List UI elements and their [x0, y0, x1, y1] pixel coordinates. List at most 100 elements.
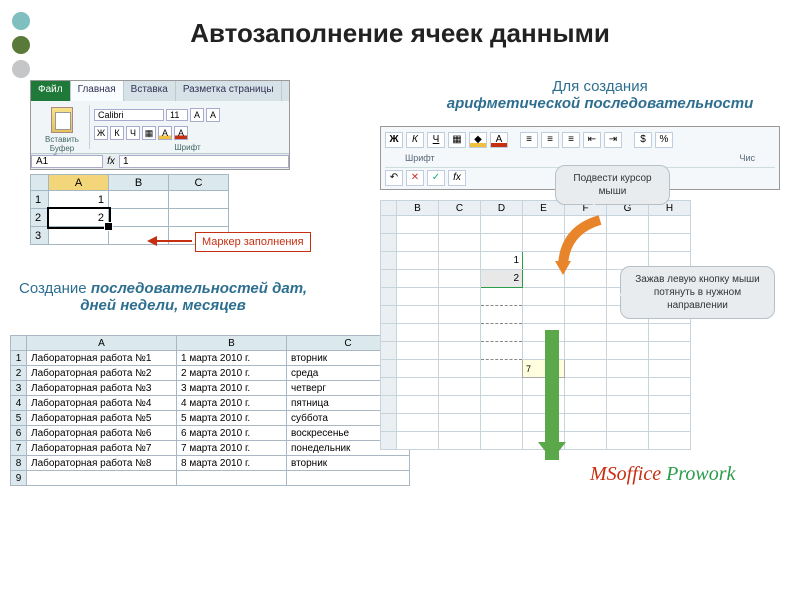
tab-file[interactable]: Файл — [31, 81, 71, 101]
cell[interactable] — [439, 306, 481, 324]
cell[interactable] — [397, 378, 439, 396]
cell[interactable]: 3 марта 2010 г. — [177, 381, 287, 396]
cell[interactable] — [481, 216, 523, 234]
cell[interactable] — [649, 216, 691, 234]
bold-button[interactable]: Ж — [385, 132, 403, 148]
cell[interactable] — [565, 342, 607, 360]
col-header[interactable]: B — [109, 175, 169, 191]
row-header[interactable] — [381, 378, 397, 396]
row-header[interactable]: 3 — [31, 227, 49, 245]
font-name-select[interactable]: Calibri — [94, 109, 164, 121]
cell[interactable]: 1 марта 2010 г. — [177, 351, 287, 366]
cell[interactable] — [607, 378, 649, 396]
cell[interactable] — [607, 234, 649, 252]
cell[interactable] — [481, 432, 523, 450]
cell[interactable] — [397, 306, 439, 324]
cell[interactable] — [565, 414, 607, 432]
tab-layout[interactable]: Разметка страницы — [176, 81, 282, 101]
italic-button[interactable]: К — [110, 126, 124, 140]
cell[interactable] — [439, 270, 481, 288]
cell[interactable]: Лабораторная работа №6 — [27, 426, 177, 441]
cell[interactable] — [649, 414, 691, 432]
cell[interactable] — [565, 306, 607, 324]
align-center-icon[interactable]: ≡ — [541, 132, 559, 148]
cell[interactable]: Лабораторная работа №7 — [27, 441, 177, 456]
cell[interactable] — [439, 360, 481, 378]
cell[interactable] — [607, 342, 649, 360]
cell[interactable] — [565, 396, 607, 414]
cell[interactable] — [481, 288, 523, 306]
cell[interactable] — [439, 288, 481, 306]
row-header[interactable]: 6 — [11, 426, 27, 441]
italic-button[interactable]: К — [406, 132, 424, 148]
row-header[interactable]: 7 — [11, 441, 27, 456]
cell[interactable]: 5 марта 2010 г. — [177, 411, 287, 426]
cell[interactable] — [397, 270, 439, 288]
percent-icon[interactable]: % — [655, 132, 673, 148]
cell[interactable] — [397, 252, 439, 270]
cell[interactable] — [607, 324, 649, 342]
col-header[interactable]: C — [439, 201, 481, 216]
cell[interactable]: 2 марта 2010 г. — [177, 366, 287, 381]
paste-icon[interactable] — [51, 107, 73, 133]
cell[interactable] — [397, 288, 439, 306]
cell[interactable] — [649, 234, 691, 252]
shrink-font-icon[interactable]: A — [206, 108, 220, 122]
cell[interactable] — [481, 324, 523, 342]
cell[interactable]: 6 марта 2010 г. — [177, 426, 287, 441]
cell[interactable] — [481, 360, 523, 378]
cell[interactable] — [397, 396, 439, 414]
cancel-icon[interactable]: ✕ — [406, 170, 424, 186]
row-header[interactable] — [381, 306, 397, 324]
cell[interactable] — [287, 471, 410, 486]
enter-icon[interactable]: ✓ — [427, 170, 445, 186]
cell[interactable] — [397, 360, 439, 378]
cell[interactable] — [523, 306, 565, 324]
currency-icon[interactable]: $ — [634, 132, 652, 148]
row-header[interactable] — [381, 432, 397, 450]
cell-selected[interactable]: 2 — [49, 209, 109, 227]
cell[interactable] — [607, 216, 649, 234]
fill-handle[interactable] — [105, 223, 112, 230]
row-header[interactable]: 4 — [11, 396, 27, 411]
cell[interactable] — [169, 191, 229, 209]
row-header[interactable] — [381, 234, 397, 252]
cell[interactable] — [439, 216, 481, 234]
cell[interactable] — [565, 360, 607, 378]
select-all-corner[interactable] — [381, 201, 397, 216]
underline-button[interactable]: Ч — [126, 126, 140, 140]
fx-icon[interactable]: fx — [103, 156, 119, 167]
cell[interactable] — [649, 396, 691, 414]
row-header[interactable] — [381, 324, 397, 342]
cell[interactable]: 2 — [481, 270, 523, 288]
cell[interactable] — [439, 342, 481, 360]
cell[interactable] — [481, 306, 523, 324]
col-header[interactable]: D — [481, 201, 523, 216]
undo-icon[interactable]: ↶ — [385, 170, 403, 186]
font-color-icon[interactable]: A — [174, 126, 188, 140]
col-header[interactable]: C — [169, 175, 229, 191]
cell[interactable] — [607, 360, 649, 378]
row-header[interactable] — [381, 216, 397, 234]
cell[interactable]: 4 марта 2010 г. — [177, 396, 287, 411]
cell[interactable] — [397, 432, 439, 450]
cell[interactable] — [439, 378, 481, 396]
cell[interactable] — [109, 191, 169, 209]
row-header[interactable]: 2 — [11, 366, 27, 381]
indent-dec-icon[interactable]: ⇤ — [583, 132, 601, 148]
row-header[interactable] — [381, 342, 397, 360]
cell[interactable]: 8 марта 2010 г. — [177, 456, 287, 471]
cell[interactable]: Лабораторная работа №2 — [27, 366, 177, 381]
col-header[interactable]: B — [397, 201, 439, 216]
cell[interactable] — [649, 342, 691, 360]
row-header[interactable] — [381, 252, 397, 270]
col-header[interactable]: A — [27, 336, 177, 351]
cell[interactable] — [481, 342, 523, 360]
row-header[interactable]: 2 — [31, 209, 49, 227]
fill-color-icon[interactable]: ◆ — [469, 132, 487, 148]
col-header[interactable]: B — [177, 336, 287, 351]
cell[interactable]: вторник — [287, 456, 410, 471]
cell[interactable] — [649, 324, 691, 342]
border-icon[interactable]: ▦ — [142, 126, 156, 140]
cell[interactable] — [523, 288, 565, 306]
